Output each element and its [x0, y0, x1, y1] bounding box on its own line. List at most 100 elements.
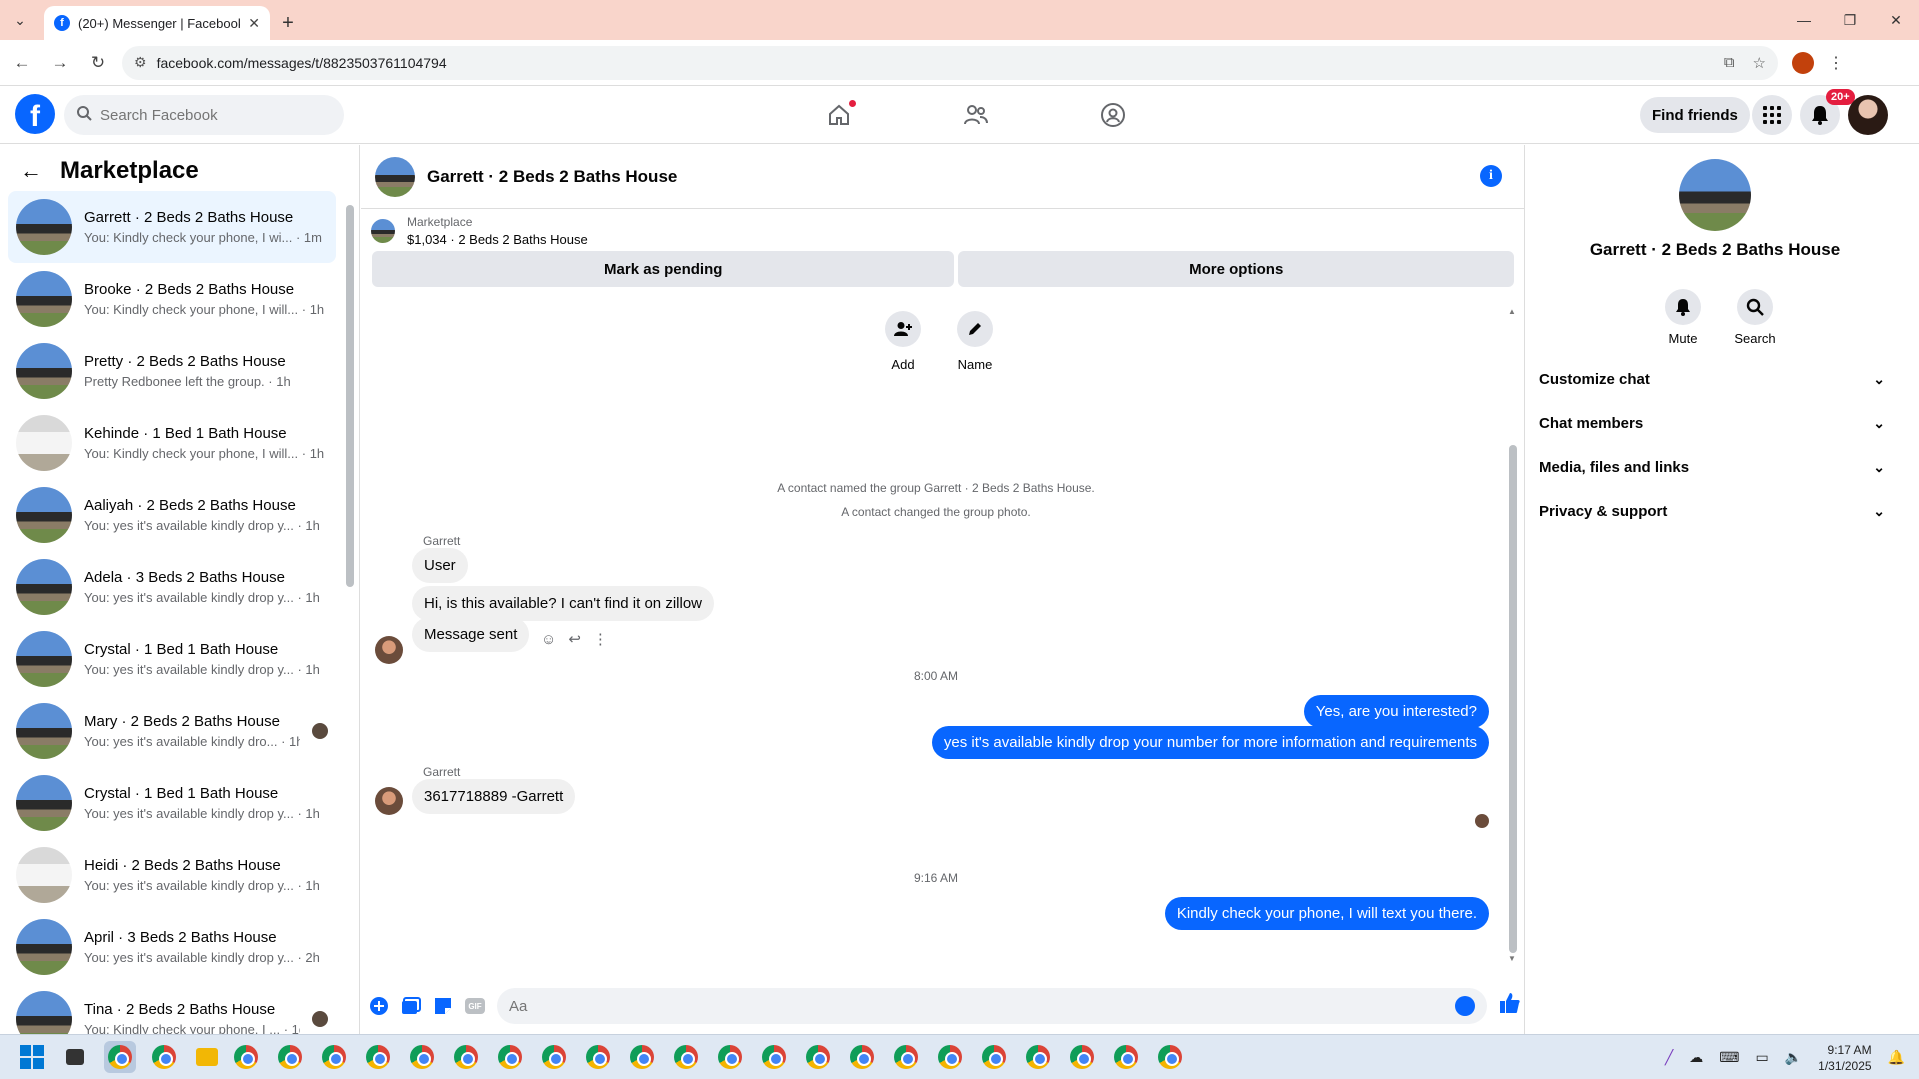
incoming-message[interactable]: 3617718889 -Garrett	[412, 779, 576, 814]
taskbar-chrome-window-icon[interactable]	[758, 1041, 790, 1073]
tab-search-chevron-icon[interactable]: ⌄	[0, 0, 40, 40]
taskbar-chrome-window-icon[interactable]	[318, 1041, 350, 1073]
conversation-item[interactable]: Crystal · 1 Bed 1 Bath House You: yes it'…	[8, 767, 336, 839]
file-explorer-icon[interactable]	[196, 1048, 218, 1066]
reply-icon[interactable]: ↩	[568, 630, 581, 648]
install-app-icon[interactable]: ⧉	[1724, 54, 1735, 72]
chat-scrollbar-thumb[interactable]	[1509, 445, 1517, 953]
conversation-item[interactable]: Pretty · 2 Beds 2 Baths House Pretty Redb…	[8, 335, 336, 407]
conversation-item[interactable]: Heidi · 2 Beds 2 Baths House You: yes it'…	[8, 839, 336, 911]
group-avatar[interactable]	[1679, 159, 1751, 231]
facebook-search-box[interactable]	[64, 95, 344, 135]
notifications-icon[interactable]: 🔔	[1888, 1049, 1905, 1066]
tab-close-icon[interactable]: ✕	[248, 15, 260, 32]
photo-icon[interactable]	[401, 996, 421, 1016]
close-window-icon[interactable]: ✕	[1873, 0, 1919, 40]
search-conversation-button[interactable]: Search	[1729, 289, 1781, 346]
facebook-logo[interactable]: f	[15, 94, 55, 134]
scroll-up-arrow-icon[interactable]: ▲	[1508, 307, 1516, 316]
taskbar-edge-icon[interactable]	[104, 1041, 136, 1073]
taskbar-chrome-window-icon[interactable]	[670, 1041, 702, 1073]
sidebar-scrollbar-thumb[interactable]	[346, 205, 354, 587]
new-tab-button[interactable]: +	[270, 6, 306, 40]
restore-icon[interactable]: ❐	[1827, 0, 1873, 40]
more-options-button[interactable]: More options	[958, 251, 1514, 287]
react-emoji-icon[interactable]: ☺	[541, 631, 556, 648]
onedrive-offline-icon[interactable]: ☁	[1689, 1049, 1703, 1066]
taskbar-chrome-window-icon[interactable]	[362, 1041, 394, 1073]
taskbar-chrome-icon[interactable]	[148, 1041, 180, 1073]
more-actions-icon[interactable]: ⋮	[593, 630, 608, 648]
conversation-item[interactable]: Garrett · 2 Beds 2 Baths House You: Kindl…	[8, 191, 336, 263]
taskbar-chrome-window-icon[interactable]	[890, 1041, 922, 1073]
taskbar-chrome-window-icon[interactable]	[406, 1041, 438, 1073]
panel-section[interactable]: Customize chat ⌄	[1539, 357, 1891, 401]
thumbs-up-icon[interactable]	[1499, 992, 1521, 1020]
taskbar-chrome-window-icon[interactable]	[626, 1041, 658, 1073]
chat-scrollbar[interactable]: ▲ ▼	[1506, 305, 1520, 965]
taskbar-chrome-window-icon[interactable]	[1154, 1041, 1186, 1073]
keyboard-icon[interactable]: ⌨	[1719, 1049, 1739, 1066]
reload-icon[interactable]: ↻	[82, 47, 114, 79]
menu-grid-icon[interactable]	[1752, 95, 1792, 135]
bookmark-star-icon[interactable]: ☆	[1753, 54, 1766, 72]
emoji-icon[interactable]	[1455, 996, 1475, 1016]
windows-start-icon[interactable]	[20, 1045, 44, 1069]
display-icon[interactable]: ▭	[1756, 1049, 1769, 1066]
message-input-box[interactable]	[497, 988, 1487, 1024]
panel-section[interactable]: Chat members ⌄	[1539, 401, 1891, 445]
forward-arrow-icon[interactable]: →	[44, 47, 76, 79]
groups-nav-icon[interactable]	[1044, 86, 1181, 144]
plus-circle-icon[interactable]	[369, 996, 389, 1016]
browser-menu-icon[interactable]: ⋮	[1828, 53, 1844, 73]
conversation-item[interactable]: Aaliyah · 2 Beds 2 Baths House You: yes i…	[8, 479, 336, 551]
message-input[interactable]	[509, 997, 1409, 1015]
conversation-item[interactable]: Adela · 3 Beds 2 Baths House You: yes it'…	[8, 551, 336, 623]
browser-tab-messenger[interactable]: f (20+) Messenger | Facebook ✕	[44, 6, 270, 40]
taskbar-chrome-window-icon[interactable]	[846, 1041, 878, 1073]
taskbar-chrome-window-icon[interactable]	[1110, 1041, 1142, 1073]
marketplace-listing-banner[interactable]: Marketplace $1,034 · 2 Beds 2 Baths Hous…	[361, 209, 1524, 249]
conversation-item[interactable]: Crystal · 1 Bed 1 Bath House You: yes it'…	[8, 623, 336, 695]
system-clock[interactable]: 9:17 AM 1/31/2025	[1818, 1042, 1871, 1074]
chat-avatar[interactable]	[375, 156, 415, 197]
url-bar[interactable]: ⚙ facebook.com/messages/t/88235037611047…	[122, 45, 1778, 80]
home-nav-icon[interactable]	[770, 86, 907, 144]
rename-group-button[interactable]: Name	[950, 311, 1000, 372]
find-friends-button[interactable]: Find friends	[1640, 97, 1750, 133]
taskbar-chrome-window-icon[interactable]	[978, 1041, 1010, 1073]
panel-section[interactable]: Media, files and links ⌄	[1539, 445, 1891, 489]
add-member-button[interactable]: Add	[878, 311, 928, 372]
taskbar-chrome-window-icon[interactable]	[714, 1041, 746, 1073]
site-info-icon[interactable]: ⚙	[134, 54, 147, 71]
url-text[interactable]: facebook.com/messages/t/8823503761104794	[157, 55, 1714, 71]
sidebar-scrollbar[interactable]	[345, 193, 355, 1029]
sticker-icon[interactable]	[433, 996, 453, 1016]
conversation-info-icon[interactable]: i	[1480, 165, 1502, 187]
incoming-message[interactable]: Hi, is this available? I can't find it o…	[412, 586, 714, 621]
conversation-item[interactable]: April · 3 Beds 2 Baths House You: yes it'…	[8, 911, 336, 983]
chat-title[interactable]: Garrett · 2 Beds 2 Baths House	[427, 167, 677, 187]
taskbar-chrome-window-icon[interactable]	[1066, 1041, 1098, 1073]
taskbar-chrome-window-icon[interactable]	[494, 1041, 526, 1073]
pen-icon[interactable]: ╱	[1665, 1049, 1673, 1066]
incoming-message[interactable]: User	[412, 548, 468, 583]
account-avatar[interactable]	[1848, 95, 1888, 135]
taskbar-chrome-window-icon[interactable]	[450, 1041, 482, 1073]
task-view-icon[interactable]	[66, 1049, 84, 1065]
incoming-message[interactable]: Message sent	[412, 617, 530, 652]
outgoing-message[interactable]: Kindly check your phone, I will text you…	[1164, 897, 1489, 930]
back-arrow-icon[interactable]: ←	[20, 158, 42, 184]
taskbar-chrome-window-icon[interactable]	[802, 1041, 834, 1073]
minimize-icon[interactable]: —	[1781, 0, 1827, 40]
back-arrow-icon[interactable]: ←	[6, 47, 38, 79]
taskbar-chrome-window-icon[interactable]	[1022, 1041, 1054, 1073]
volume-icon[interactable]: 🔈	[1785, 1049, 1802, 1066]
conversation-item[interactable]: Brooke · 2 Beds 2 Baths House You: Kindly…	[8, 263, 336, 335]
mark-as-pending-button[interactable]: Mark as pending	[372, 251, 955, 287]
conversation-item[interactable]: Mary · 2 Beds 2 Baths House You: yes it's…	[8, 695, 336, 767]
friends-nav-icon[interactable]	[907, 86, 1044, 144]
outgoing-message[interactable]: yes it's available kindly drop your numb…	[931, 726, 1489, 759]
taskbar-chrome-window-icon[interactable]	[582, 1041, 614, 1073]
taskbar-chrome-window-icon[interactable]	[274, 1041, 306, 1073]
